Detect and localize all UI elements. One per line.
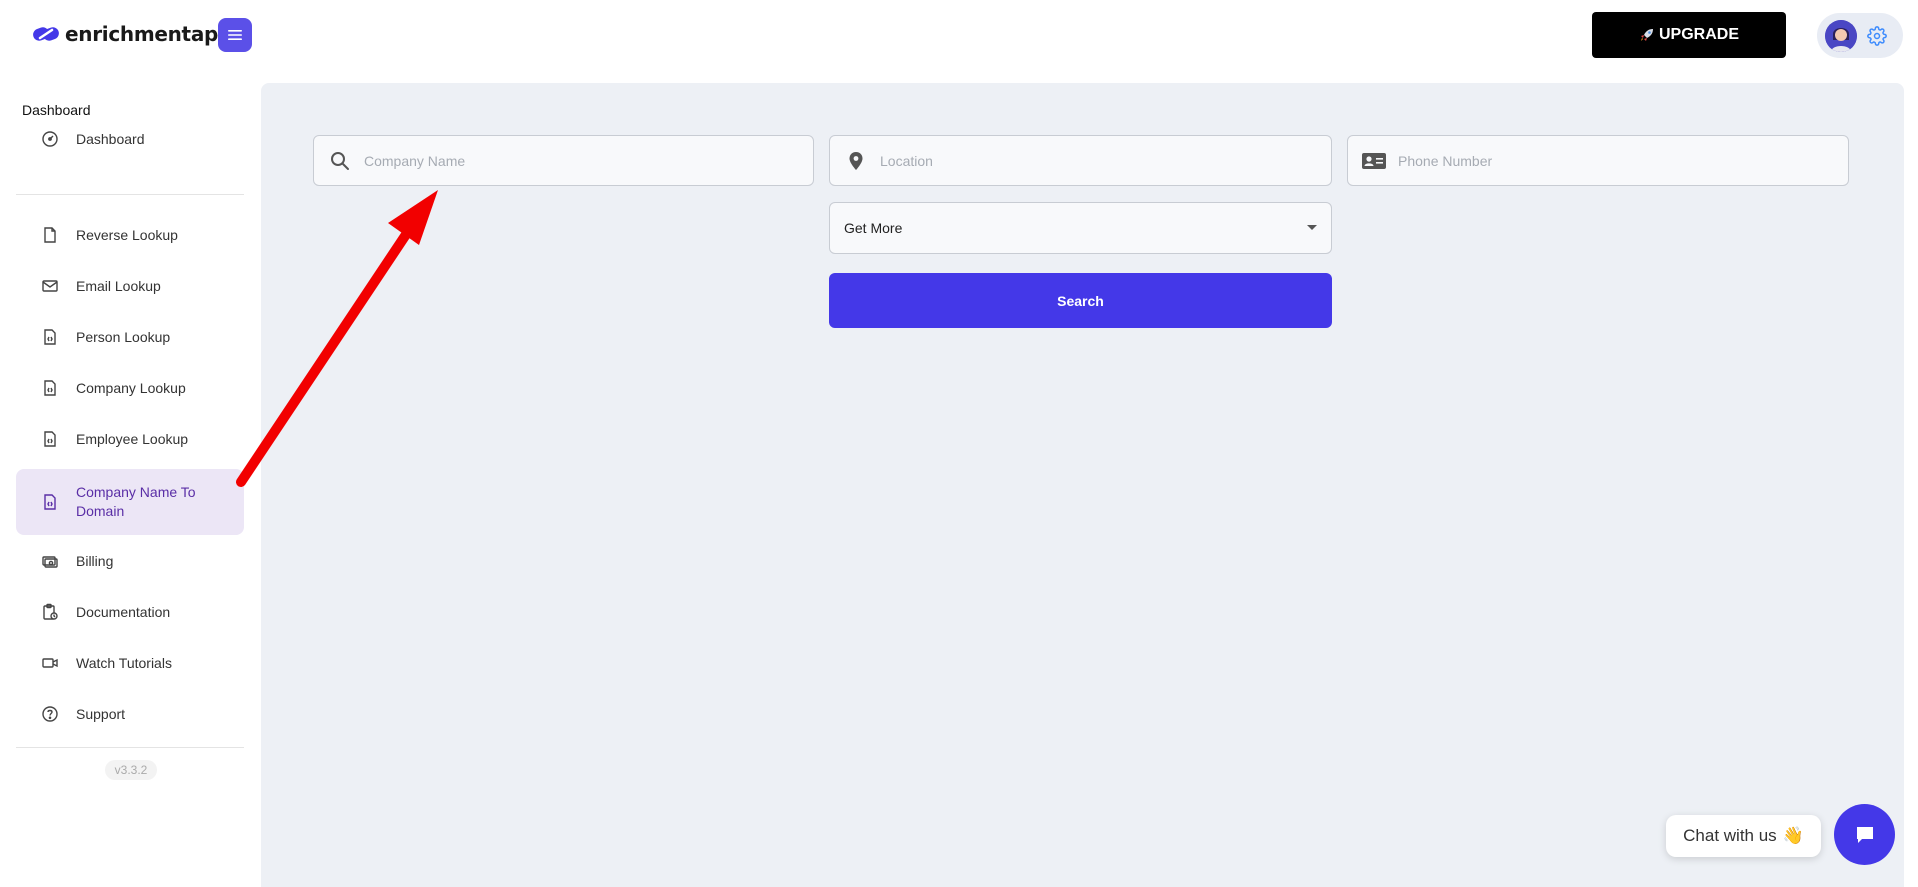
logo-text: enrichmentapi [65, 22, 225, 46]
documentation-icon [43, 603, 58, 620]
phone-number-input[interactable] [1398, 152, 1848, 169]
sidebar-item-label: Email Lookup [76, 278, 161, 294]
sidebar-item-label: Billing [76, 553, 114, 569]
avatar-image [1825, 19, 1857, 52]
file-code-icon [44, 329, 56, 345]
caret-down-icon [1307, 225, 1317, 230]
chat-with-us-bubble[interactable]: Chat with us 👋 [1666, 815, 1821, 857]
video-icon [42, 658, 58, 668]
search-icon [331, 151, 349, 170]
hamburger-icon [228, 30, 242, 40]
location-input[interactable] [880, 152, 1331, 169]
sidebar-item-label: Person Lookup [76, 329, 171, 345]
user-menu[interactable] [1817, 13, 1903, 58]
mail-icon [42, 280, 58, 292]
sidebar-divider [16, 747, 244, 748]
chat-label: Chat with us [1683, 826, 1777, 845]
sidebar-item-support[interactable]: Support [16, 698, 244, 730]
sidebar-item-person-lookup[interactable]: Person Lookup [16, 321, 244, 353]
sidebar-item-billing[interactable]: Billing [16, 545, 244, 577]
search-button[interactable]: Search [829, 273, 1332, 328]
logo-icon [33, 27, 59, 41]
logo[interactable]: enrichmentapi [31, 22, 225, 46]
billing-icon [42, 556, 58, 568]
menu-toggle-button[interactable] [218, 18, 252, 52]
sidebar-item-employee-lookup[interactable]: Employee Lookup [16, 423, 244, 455]
phone-number-field[interactable] [1347, 135, 1849, 186]
version-badge: v3.3.2 [105, 760, 157, 780]
sidebar-item-label: Company Name To Domain [76, 484, 196, 519]
sidebar-item-company-lookup[interactable]: Company Lookup [16, 372, 244, 404]
sidebar-item-label: Employee Lookup [76, 431, 189, 447]
dashboard-icon [42, 131, 58, 147]
sidebar-heading: Dashboard [22, 102, 91, 118]
sidebar-item-label: Company Lookup [76, 380, 186, 396]
sidebar-item-label: Documentation [76, 604, 171, 620]
sidebar-item-dashboard[interactable]: Dashboard [16, 123, 244, 155]
sidebar-item-email-lookup[interactable]: Email Lookup [16, 270, 244, 302]
get-more-select[interactable]: Get More [829, 202, 1332, 254]
file-code-icon [44, 431, 56, 447]
sidebar: Dashboard Dashboard Reverse Lookup Email… [0, 83, 260, 887]
wave-emoji-icon: 👋 [1782, 826, 1804, 845]
sidebar-divider [16, 194, 244, 195]
chat-launcher-button[interactable] [1834, 804, 1895, 865]
location-pin-icon [849, 151, 863, 170]
sidebar-item-label: Dashboard [76, 131, 145, 147]
sidebar-item-label: Watch Tutorials [76, 655, 172, 671]
file-code-icon [44, 380, 56, 396]
sidebar-item-watch-tutorials[interactable]: Watch Tutorials [16, 647, 244, 679]
upgrade-button[interactable]: UPGRADE [1592, 12, 1786, 58]
contact-card-icon [1362, 152, 1386, 169]
sidebar-item-label: Reverse Lookup [76, 227, 178, 243]
company-name-field[interactable] [313, 135, 814, 186]
chat-icon [1856, 826, 1873, 843]
company-name-input[interactable] [364, 152, 813, 169]
location-field[interactable] [829, 135, 1332, 186]
help-icon [42, 706, 58, 722]
file-icon [44, 227, 56, 243]
sidebar-item-reverse-lookup[interactable]: Reverse Lookup [16, 219, 244, 251]
sidebar-item-label: Support [76, 706, 126, 722]
file-code-icon [44, 494, 56, 510]
gear-icon[interactable] [1867, 25, 1887, 46]
sidebar-item-company-name-to-domain[interactable]: Company Name To Domain [16, 469, 244, 535]
top-header: enrichmentapi UPGRADE [0, 0, 1918, 83]
avatar[interactable] [1825, 19, 1857, 52]
sidebar-item-documentation[interactable]: Documentation [16, 596, 244, 628]
select-value: Get More [844, 220, 903, 236]
upgrade-label: UPGRADE [1658, 26, 1739, 43]
rocket-icon [1640, 29, 1653, 41]
